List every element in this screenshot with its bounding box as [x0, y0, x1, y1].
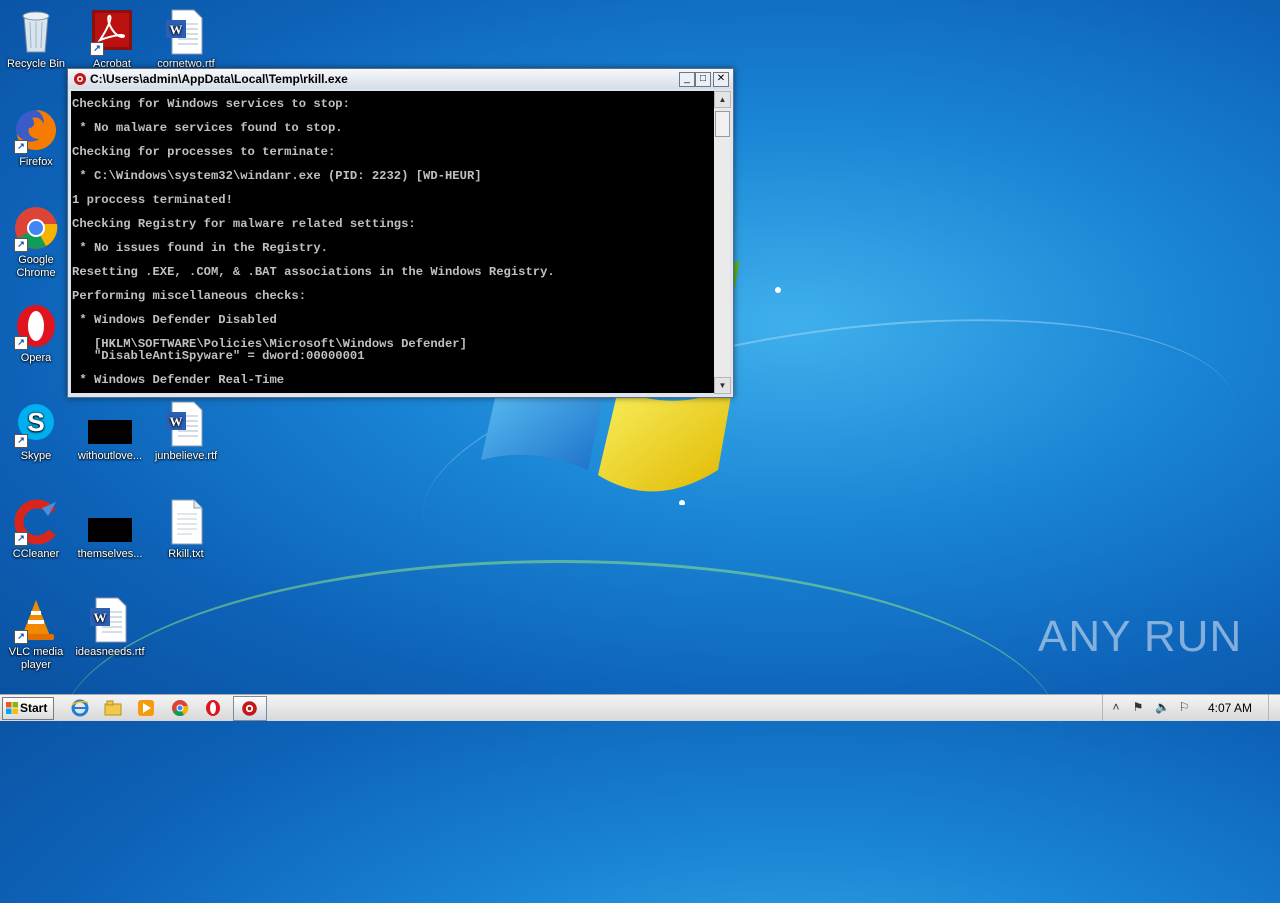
anyrun-watermark: ANY RUN [1038, 612, 1243, 661]
recycle-bin-icon [12, 8, 60, 56]
window-title: C:\Users\admin\AppData\Local\Temp\rkill.… [90, 72, 348, 86]
chrome-icon[interactable] [171, 699, 189, 717]
shortcut-arrow-icon: ↗ [14, 434, 28, 448]
desktop-icon-vlc[interactable]: ↗ VLC media player [0, 596, 74, 672]
console-line: * No malware services found to stop. [72, 121, 343, 135]
word-document-icon: W [86, 596, 134, 644]
window-titlebar[interactable]: C:\Users\admin\AppData\Local\Temp\rkill.… [68, 69, 733, 89]
shortcut-arrow-icon: ↗ [14, 336, 28, 350]
flag-icon[interactable]: ⚐ [1177, 700, 1191, 714]
console-line: Performing miscellaneous checks: [72, 289, 307, 303]
console-line: Checking for Windows services to stop: [72, 97, 350, 111]
svg-text:W: W [94, 610, 107, 625]
shortcut-arrow-icon: ↗ [14, 532, 28, 546]
opera-icon: ↗ [12, 302, 60, 350]
media-player-icon[interactable] [137, 699, 155, 717]
minimize-button[interactable]: _ [679, 72, 695, 87]
desktop-icon-ccleaner[interactable]: ↗ CCleaner [0, 498, 74, 561]
desktop-icon-ideasneeds[interactable]: W ideasneeds.rtf [72, 596, 148, 659]
console-line: * Windows Defender Real-Time [72, 373, 285, 387]
scroll-thumb[interactable] [715, 111, 730, 137]
console-line: * Windows Defender Disabled [72, 313, 277, 327]
system-tray: ˄ ⚑ 🔈 ⚐ [1102, 695, 1280, 721]
close-button[interactable]: ✕ [713, 72, 729, 87]
vertical-scrollbar[interactable]: ▲ ▼ [714, 91, 731, 394]
desktop-icon-rkill-txt[interactable]: Rkill.txt [148, 498, 224, 561]
desktop-icon-junbelieve[interactable]: W junbelieve.rtf [148, 400, 224, 463]
console-line: * No issues found in the Registry. [72, 241, 328, 255]
skype-icon: S ↗ [12, 400, 60, 448]
start-button[interactable]: Start [2, 697, 54, 720]
firefox-icon: ↗ [12, 106, 60, 154]
console-line: Checking Registry for malware related se… [72, 217, 416, 231]
console-output[interactable]: Checking for Windows services to stop: *… [71, 91, 714, 393]
shortcut-arrow-icon: ↗ [14, 140, 28, 154]
desktop-icon-themselves[interactable]: themselves... [72, 498, 148, 561]
taskbar-rkill-button[interactable] [233, 696, 267, 721]
word-document-icon: W [162, 400, 210, 448]
start-label: Start [20, 701, 48, 715]
chrome-icon: ↗ [12, 204, 60, 252]
desktop-icon-google-chrome[interactable]: ↗ Google Chrome [0, 204, 74, 280]
black-thumbnail-icon [86, 400, 134, 448]
action-center-icon[interactable]: ⚑ [1131, 700, 1145, 714]
shortcut-arrow-icon: ↗ [14, 238, 28, 252]
desktop-icon-withoutlove[interactable]: withoutlove... [72, 400, 148, 463]
rkill-icon [74, 73, 86, 85]
wallpaper-arc [60, 560, 1060, 903]
taskbar: Start ˄ ⚑ 🔈 ⚐ 4:07 AM [0, 694, 1280, 721]
rkill-icon [242, 701, 257, 716]
rkill-console-window[interactable]: C:\Users\admin\AppData\Local\Temp\rkill.… [67, 68, 734, 398]
svg-text:W: W [170, 22, 183, 37]
console-line: Checking for processes to terminate: [72, 145, 336, 159]
desktop-icon-acrobat[interactable]: ↗ Acrobat [74, 8, 150, 71]
opera-icon[interactable] [204, 699, 222, 717]
text-file-icon [162, 498, 210, 546]
svg-text:W: W [170, 414, 183, 429]
desktop-icon-recycle-bin[interactable]: Recycle Bin [0, 8, 74, 71]
console-line: 1 proccess terminated! [72, 193, 233, 207]
ccleaner-icon: ↗ [12, 498, 60, 546]
vlc-icon: ↗ [12, 596, 60, 644]
console-line: * C:\Windows\system32\windanr.exe (PID: … [72, 169, 482, 183]
scroll-down-icon[interactable]: ▼ [714, 377, 731, 394]
console-line: "DisableAntiSpyware" = dword:00000001 [72, 349, 365, 363]
show-hidden-icons-icon[interactable]: ˄ [1109, 700, 1123, 714]
ie-icon[interactable] [71, 699, 89, 717]
acrobat-icon: ↗ [88, 8, 136, 56]
explorer-icon[interactable] [104, 699, 122, 717]
black-thumbnail-icon [86, 498, 134, 546]
shortcut-arrow-icon: ↗ [14, 630, 28, 644]
shortcut-arrow-icon: ↗ [90, 42, 104, 56]
volume-icon[interactable]: 🔈 [1155, 700, 1170, 714]
word-document-icon: W [162, 8, 210, 56]
windows-logo-icon [6, 702, 18, 714]
show-desktop-button[interactable] [1268, 695, 1280, 721]
taskbar-clock[interactable]: 4:07 AM [1208, 701, 1252, 715]
maximize-button[interactable]: □ [695, 72, 711, 87]
desktop-icon-opera[interactable]: ↗ Opera [0, 302, 74, 365]
scroll-up-icon[interactable]: ▲ [714, 91, 731, 108]
desktop-icon-cornetwo[interactable]: W cornetwo.rtf [148, 8, 224, 71]
console-line: Resetting .EXE, .COM, & .BAT association… [72, 265, 555, 279]
desktop-icon-skype[interactable]: S ↗ Skype [0, 400, 74, 463]
svg-text:S: S [27, 407, 44, 437]
desktop-icon-firefox[interactable]: ↗ Firefox [0, 106, 74, 169]
